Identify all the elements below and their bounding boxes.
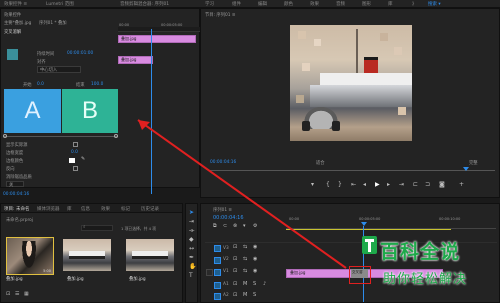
watermark-brand: 百科全说 — [380, 241, 461, 263]
watermark-tagline: 助你轻松解决 — [383, 272, 468, 287]
watermark-logo — [362, 236, 377, 254]
arrow-shaft — [137, 119, 347, 269]
arrow-head — [138, 120, 150, 130]
watermark-logo-stem — [368, 242, 371, 252]
